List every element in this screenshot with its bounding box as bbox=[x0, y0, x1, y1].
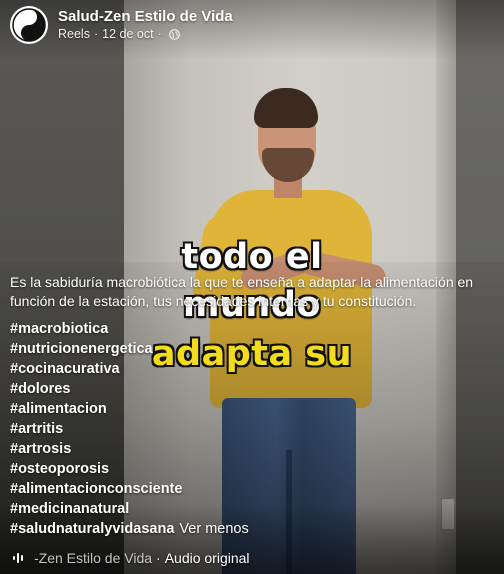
post-description: Es la sabiduría macrobiótica la que te e… bbox=[10, 274, 474, 309]
hashtag-link[interactable]: #alimentacion bbox=[10, 399, 249, 419]
hashtag-list: #macrobiotica #nutricionenergetica #coci… bbox=[10, 319, 249, 539]
audio-label[interactable]: Audio original bbox=[165, 550, 250, 566]
reels-link[interactable]: Reels bbox=[58, 26, 90, 43]
meta-separator: · bbox=[93, 26, 99, 41]
audio-attribution[interactable]: -Zen Estilo de Vida · Audio original bbox=[12, 550, 250, 566]
presenter-beard bbox=[262, 148, 314, 182]
post-meta: Reels · 12 de oct · bbox=[58, 26, 233, 43]
hashtag-link[interactable]: #artritis bbox=[10, 419, 249, 439]
post-date[interactable]: 12 de oct bbox=[102, 26, 153, 43]
meta-separator-2: · bbox=[157, 26, 162, 41]
hashtag-link[interactable]: #saludnaturalyvidasana bbox=[10, 519, 174, 539]
hashtag-link[interactable]: #osteoporosis bbox=[10, 459, 249, 479]
audio-page-name[interactable]: -Zen Estilo de Vida bbox=[34, 550, 152, 566]
last-hashtag-row: #saludnaturalyvidasana Ver menos bbox=[10, 519, 249, 539]
hashtag-link[interactable]: #cocinacurativa bbox=[10, 359, 249, 379]
globe-icon bbox=[168, 28, 180, 40]
hashtag-link[interactable]: #medicinanatural bbox=[10, 499, 249, 519]
hashtag-link[interactable]: #dolores bbox=[10, 379, 249, 399]
page-name-link[interactable]: Salud-Zen Estilo de Vida bbox=[58, 8, 233, 26]
page-avatar[interactable] bbox=[10, 6, 48, 44]
presenter-hair bbox=[254, 88, 318, 128]
post-header: Salud-Zen Estilo de Vida Reels · 12 de o… bbox=[10, 6, 233, 44]
hashtag-link[interactable]: #artrosis bbox=[10, 439, 249, 459]
yin-yang-icon bbox=[12, 8, 46, 42]
video-caption-line1: todo el bbox=[181, 237, 323, 277]
audio-wave-icon bbox=[13, 553, 23, 563]
hashtag-link[interactable]: #nutricionenergetica bbox=[10, 339, 249, 359]
hashtag-link[interactable]: #alimentacionconsciente bbox=[10, 479, 249, 499]
hashtag-link[interactable]: #macrobiotica bbox=[10, 319, 249, 339]
see-less-button[interactable]: Ver menos bbox=[179, 519, 248, 539]
audio-separator: · bbox=[156, 550, 161, 566]
